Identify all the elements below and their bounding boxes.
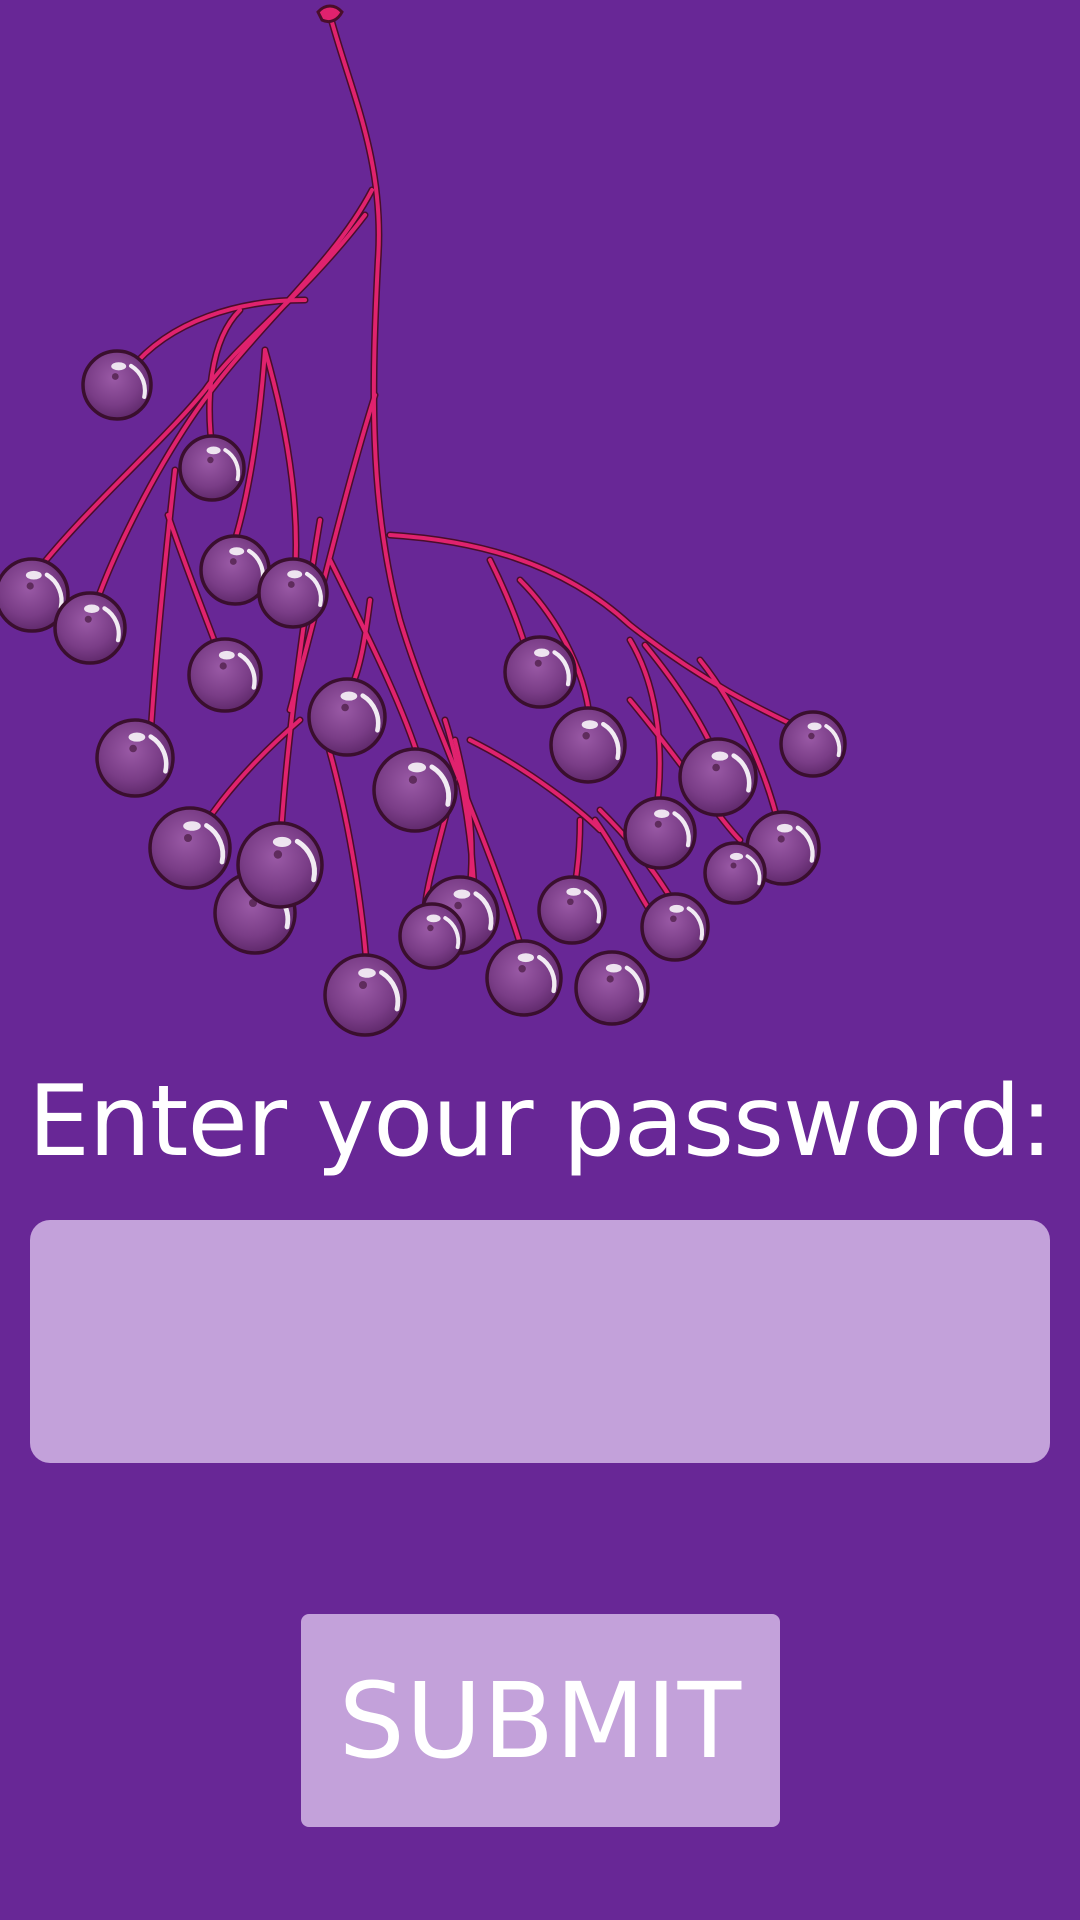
berry [703, 841, 767, 905]
berry [187, 637, 263, 713]
berry [678, 737, 758, 817]
berry [623, 796, 697, 870]
berry [537, 875, 607, 945]
berry [236, 821, 324, 909]
berry [323, 953, 407, 1037]
berry [178, 434, 246, 502]
berry [398, 902, 466, 970]
berry [148, 806, 232, 890]
berry [503, 635, 577, 709]
berry [779, 710, 847, 778]
berry [574, 950, 650, 1026]
berry [640, 892, 710, 962]
submit-button[interactable]: SUBMIT [301, 1614, 780, 1827]
berry [372, 747, 458, 833]
berry [95, 718, 175, 798]
berry [485, 939, 563, 1017]
berry [53, 591, 127, 665]
elderberry-illustration [0, 4, 847, 1037]
password-prompt: Enter your password: [28, 1065, 1053, 1179]
password-input[interactable] [30, 1220, 1050, 1463]
berry [549, 706, 627, 784]
berry [81, 349, 153, 421]
berry [257, 557, 329, 629]
berry [307, 677, 387, 757]
